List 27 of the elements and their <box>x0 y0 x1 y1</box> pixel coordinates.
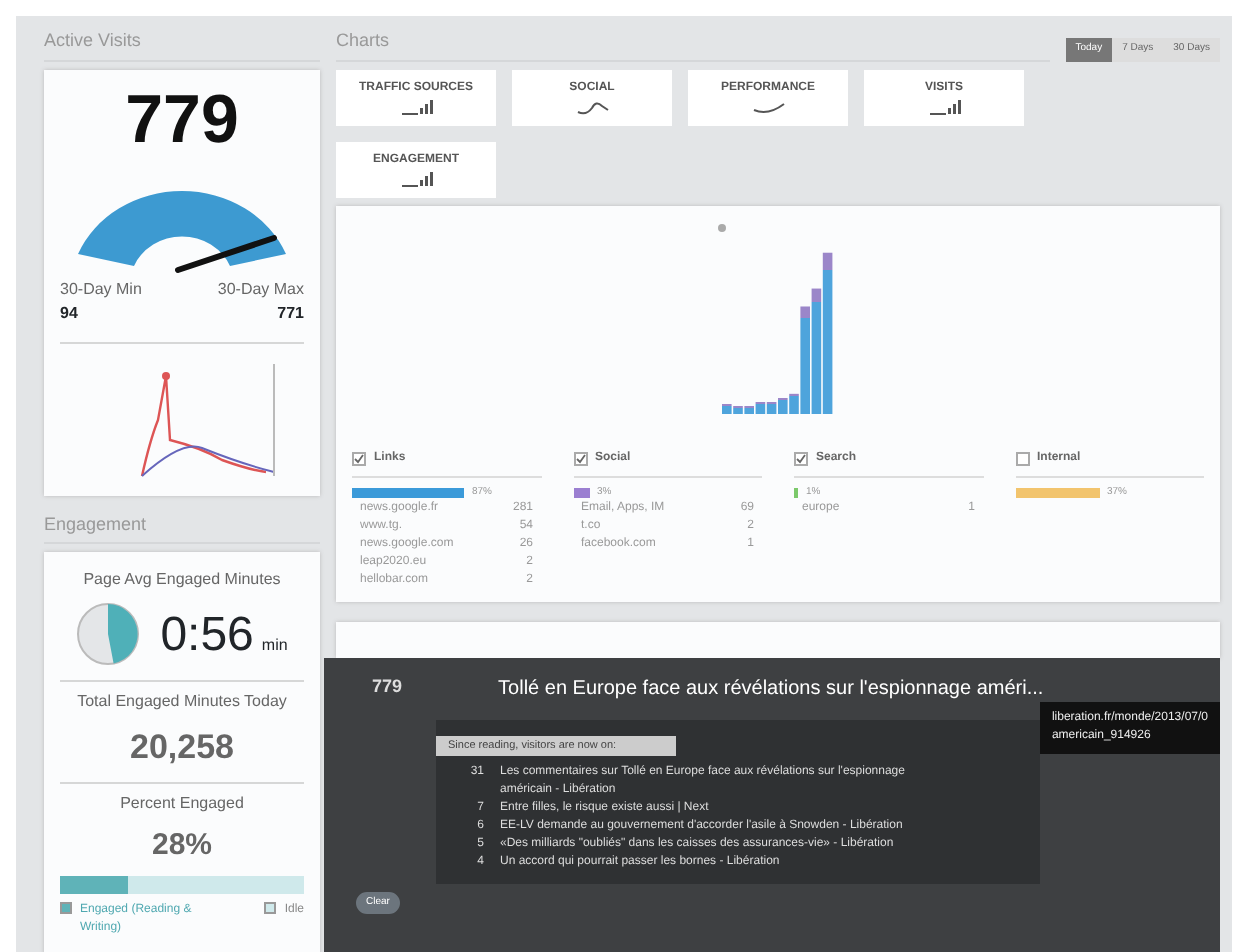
article-count: 779 <box>372 673 403 699</box>
line-chart-icon <box>751 97 785 118</box>
pie-chart-icon <box>76 602 145 670</box>
max-value: 771 <box>275 301 304 325</box>
checkbox[interactable] <box>1015 451 1029 465</box>
min-label: 30-Day Min <box>60 277 142 301</box>
max-label: 30-Day Max <box>217 277 304 301</box>
section-title: Active Visits <box>44 28 320 61</box>
checkbox[interactable] <box>352 451 366 465</box>
checkbox[interactable] <box>794 451 808 465</box>
unit-label: min <box>261 636 288 654</box>
stat-value: 0:56 <box>160 608 254 662</box>
checkbox[interactable] <box>573 451 587 465</box>
stat-value: 20,258 <box>128 726 236 770</box>
line-chart-icon <box>575 97 609 118</box>
stat-label: Total Engaged Minutes Today <box>75 690 289 714</box>
article-title: Tollé en Europe face aux révélations sur l'espionnage améri... <box>498 675 1044 703</box>
section-title: Engagement <box>44 511 320 544</box>
bar-chart-icon <box>399 97 433 118</box>
section-title: Charts <box>336 28 1050 61</box>
stat-value: 28% <box>149 825 215 865</box>
min-value: 94 <box>60 301 80 325</box>
bar-chart-icon <box>399 169 433 190</box>
stat-label: Percent Engaged <box>118 791 246 815</box>
visit-count: 779 <box>123 85 241 153</box>
stat-label: Page Avg Engaged Minutes <box>81 568 283 592</box>
bar-chart-icon <box>927 97 961 118</box>
